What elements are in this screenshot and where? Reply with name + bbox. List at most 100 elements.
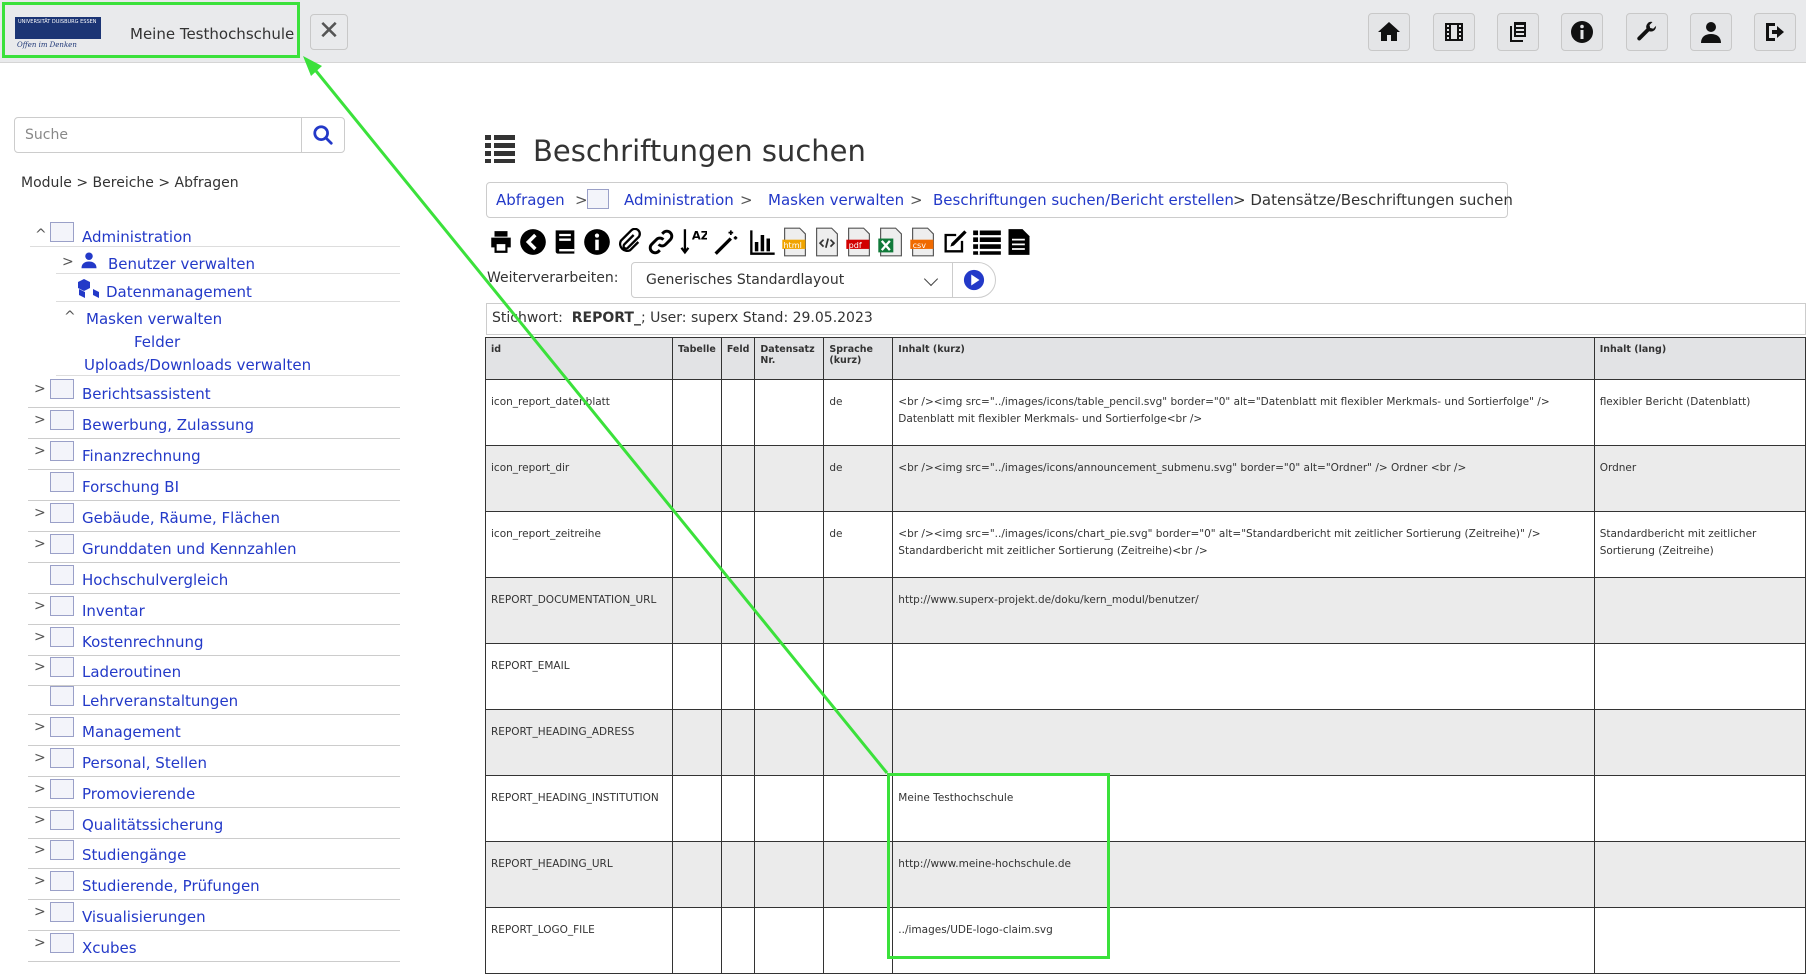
breadcrumb-abfragen[interactable]: Abfragen [496, 191, 565, 209]
film-icon[interactable] [1433, 13, 1475, 51]
bar-chart-icon[interactable] [748, 226, 778, 258]
weiterverarbeiten-label: Weiterverarbeiten: [487, 270, 619, 286]
chevron-down-icon [923, 271, 939, 287]
sidebar-item-inventar[interactable]: > Inventar [28, 594, 400, 625]
go-button[interactable] [952, 262, 996, 298]
logout-icon[interactable] [1754, 13, 1796, 51]
column-header[interactable]: Inhalt (kurz) [892, 337, 1595, 380]
sidebar-item-finanzrechnung[interactable]: > Finanzrechnung [28, 439, 400, 470]
sidebar-item-forschung-bi[interactable]: Forschung BI [28, 470, 400, 501]
paperclip-icon[interactable] [614, 226, 644, 258]
sidebar-item-studiengaenge[interactable]: > Studiengänge [28, 838, 400, 869]
info-icon[interactable] [1561, 13, 1603, 51]
search-button[interactable] [301, 117, 345, 153]
forschung-icon [50, 472, 74, 492]
gebaeude-icon [50, 503, 74, 523]
management-icon [50, 717, 74, 737]
copy-icon[interactable] [1497, 13, 1539, 51]
user-icon [81, 252, 97, 269]
sidebar-item-gebaeude[interactable]: > Gebäude, Räume, Flächen [28, 501, 400, 532]
stichwort-bar: Stichwort: REPORT_; User: superx Stand: … [486, 303, 1806, 335]
sidebar-item-laderoutinen[interactable]: > Laderoutinen [28, 655, 400, 686]
university-logo: UNIVERSITÄT DUISBURG ESSEN [15, 17, 101, 39]
link-icon[interactable] [646, 226, 676, 258]
table-row: REPORT_LOGO_FILE ../images/UDE-logo-claim… [485, 907, 1806, 974]
search-input[interactable]: Suche [14, 117, 302, 153]
column-header[interactable]: id [485, 337, 673, 380]
sidebar-item-datenmanagement[interactable]: Datenmanagement [106, 283, 252, 301]
book-icon[interactable] [550, 226, 580, 258]
home-icon[interactable] [1368, 13, 1410, 51]
column-header[interactable]: Tabelle [671, 337, 722, 380]
table-row: REPORT_HEADING_URL http://www.meine-hochs… [485, 841, 1806, 908]
logo-header-highlight[interactable]: UNIVERSITÄT DUISBURG ESSEN Offen im Denk… [2, 2, 300, 58]
sidebar-item-felder[interactable]: Felder [134, 333, 180, 351]
inventar-icon [50, 596, 74, 616]
sidebar-item-personal[interactable]: > Personal, Stellen [28, 746, 400, 777]
qualitaetssicherung-icon [50, 810, 74, 830]
list-icon[interactable] [972, 226, 1002, 258]
hochschulvergleich-icon [50, 565, 74, 585]
html-export-icon[interactable]: html [780, 226, 810, 258]
xml-export-icon[interactable] [812, 226, 842, 258]
table-row: icon_report_zeitreihe de <br /><img src=".… [485, 511, 1806, 578]
svg-text:AZ: AZ [692, 229, 707, 243]
sidebar-item-uploads-downloads[interactable]: Uploads/Downloads verwalten [84, 356, 311, 374]
finanzrechnung-icon [50, 441, 74, 461]
breadcrumb-beschriftungen[interactable]: Beschriftungen suchen/Bericht erstellen [933, 191, 1234, 209]
toggle-masken[interactable]: ^ [64, 309, 76, 325]
edit-icon[interactable] [940, 226, 970, 258]
back-icon[interactable] [518, 226, 548, 258]
sidebar-item-xcubes[interactable]: > Xcubes [28, 931, 400, 962]
sidebar-item-benutzer-verwalten[interactable]: Benutzer verwalten [108, 255, 255, 273]
personal-icon [50, 748, 74, 768]
magic-wand-icon[interactable] [710, 226, 740, 258]
layout-select[interactable]: Generisches Standardlayout [631, 262, 953, 298]
sidebar-item-promovierende[interactable]: > Promovierende [28, 777, 400, 808]
sidebar-item-visualisierungen[interactable]: > Visualisierungen [28, 900, 400, 931]
laderoutinen-icon [50, 657, 74, 677]
svg-text:html: html [783, 241, 801, 250]
sidebar-item-berichtsassistent[interactable]: > Berichtsassistent [28, 377, 400, 408]
xcubes-icon [50, 933, 74, 953]
sidebar-breadcrumb: Module > Bereiche > Abfragen [21, 175, 239, 191]
column-header[interactable]: Sprache (kurz) [823, 337, 894, 380]
user-icon[interactable] [1690, 13, 1732, 51]
column-header[interactable]: Datensatz Nr. [754, 337, 825, 380]
sidebar-item-studierende[interactable]: > Studierende, Prüfungen [28, 869, 400, 900]
sidebar-item-qualitaetssicherung[interactable]: > Qualitätssicherung [28, 808, 400, 839]
column-header[interactable]: Inhalt (lang) [1593, 337, 1806, 380]
sidebar-item-administration[interactable]: Administration [82, 228, 192, 246]
table-row: REPORT_EMAIL [485, 643, 1806, 710]
grunddaten-icon [50, 534, 74, 554]
table-row: REPORT_HEADING_ADRESS [485, 709, 1806, 776]
sidebar-item-masken-verwalten[interactable]: Masken verwalten [86, 310, 222, 328]
visualisierungen-icon [50, 902, 74, 922]
sidebar-item-grunddaten[interactable]: > Grunddaten und Kennzahlen [28, 532, 400, 563]
excel-export-icon[interactable] [876, 226, 906, 258]
breadcrumb-administration[interactable]: Administration [624, 191, 734, 209]
svg-text:pdf: pdf [849, 241, 862, 250]
toggle-benutzer[interactable]: > [62, 254, 74, 270]
print-icon[interactable] [486, 226, 516, 258]
kostenrechnung-icon [50, 627, 74, 647]
toggle-administration[interactable]: ^ [35, 227, 47, 243]
search-box: Suche [14, 117, 345, 153]
sort-az-icon[interactable]: AZ [678, 226, 708, 258]
pdf-export-icon[interactable]: pdf [844, 226, 874, 258]
administration-icon [587, 189, 609, 209]
play-circle-icon [963, 269, 985, 291]
sidebar-item-kostenrechnung[interactable]: > Kostenrechnung [28, 625, 400, 656]
sidebar-item-management[interactable]: > Management [28, 715, 400, 746]
wrench-icon[interactable] [1626, 13, 1668, 51]
column-header[interactable]: Feld [720, 337, 756, 380]
csv-export-icon[interactable]: csv [908, 226, 938, 258]
close-button[interactable]: ✕ [310, 14, 348, 50]
breadcrumb-masken-verwalten[interactable]: Masken verwalten [768, 191, 904, 209]
sidebar-item-hochschulvergleich[interactable]: Hochschulvergleich [28, 563, 400, 594]
sidebar-item-bewerbung[interactable]: > Bewerbung, Zulassung [28, 408, 400, 439]
document-icon[interactable] [1004, 226, 1034, 258]
info-icon[interactable] [582, 226, 612, 258]
list-icon [485, 135, 515, 163]
sidebar-item-lehrveranstaltungen[interactable]: Lehrveranstaltungen [28, 684, 400, 715]
